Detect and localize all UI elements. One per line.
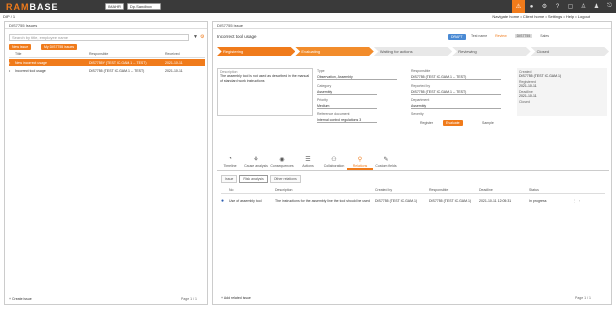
relation-subtabs: Issue Risk analysis Other relations: [221, 175, 303, 183]
subtab-other-relations[interactable]: Other relations: [269, 175, 301, 183]
analysis-icon: ⚘: [253, 157, 259, 163]
user-icon[interactable]: ♙: [577, 0, 590, 13]
filter-icon[interactable]: ▼: [193, 34, 198, 40]
col-received[interactable]: Received: [165, 52, 180, 57]
actions-icon: ☰: [305, 157, 311, 163]
relations-icon: ⚲: [357, 157, 363, 163]
gear-icon[interactable]: ⚙: [538, 0, 551, 13]
list-header: Title Responsible Received: [9, 52, 205, 58]
type-field[interactable]: Observation, Assembly: [317, 74, 397, 80]
list-item[interactable]: • New incorrect usage DIS7755Y (TEST IC.…: [9, 59, 205, 66]
warning-icon[interactable]: ⚠: [512, 0, 525, 13]
col-responsible[interactable]: Responsible: [89, 52, 165, 57]
search-input[interactable]: Search by title, employee name: [9, 34, 189, 41]
reported-by-field[interactable]: DIS7755 (TEST IC.GAM.1 -- TEST): [411, 89, 501, 95]
list-item[interactable]: • Incorrect tool usage DIS7755 (TEST IC.…: [9, 67, 205, 74]
help-icon[interactable]: ?: [551, 0, 564, 13]
detail-tabs: ◔ Timeline ⚘ Cause analysis ◉ Consequences …: [217, 153, 609, 171]
category-field[interactable]: Assembly: [317, 89, 377, 95]
evaluate-button[interactable]: Evaluate: [443, 120, 463, 126]
create-issue-link[interactable]: + Create issue: [9, 297, 32, 301]
description-box[interactable]: Description The assembly tool is not use…: [217, 68, 313, 116]
issue-list-panel: DIS7755 Issues Search by title, employee…: [4, 21, 208, 305]
department-field[interactable]: Assembly: [411, 103, 501, 109]
pager[interactable]: Page 1 / 1: [575, 296, 591, 300]
priority-field[interactable]: Medium: [317, 103, 377, 109]
consequence-icon: ◉: [279, 157, 285, 163]
bell-icon[interactable]: ●: [525, 0, 538, 13]
panel-title: DIS7755 issue: [213, 22, 611, 29]
settings-icon[interactable]: ⚙: [200, 34, 204, 40]
pager[interactable]: Page 1 / 1: [181, 297, 197, 301]
col-title[interactable]: Title: [15, 52, 89, 57]
user-select[interactable]: Dp.Sandbox: [126, 3, 161, 10]
step-registering[interactable]: Registering: [217, 47, 296, 56]
tab-cause-analysis[interactable]: ⚘ Cause analysis: [243, 153, 269, 170]
panel-title: DIS7755 Issues: [5, 22, 207, 29]
my-issues-filter-button[interactable]: My DIS7755 issues: [41, 44, 78, 50]
responsible-field[interactable]: DIS7755 (TEST IC.GAM.1 -- TEST): [411, 74, 501, 80]
status-badge: DRAFT: [448, 34, 466, 40]
tab-consequences[interactable]: ◉ Consequences: [269, 153, 295, 170]
subtab-issue[interactable]: Issue: [221, 175, 238, 183]
timeline-icon: ◔: [228, 156, 232, 162]
sub-bar: DIP / 1 Navigate home • Client home • Se…: [0, 13, 616, 20]
info-sidebar: Created DIS7755 (TEST IC.GAM.1) Register…: [517, 68, 607, 116]
open-icon[interactable]: ›: [579, 199, 585, 203]
breadcrumb: DIP / 1: [3, 14, 16, 19]
rambase-logo[interactable]: RAMBASE: [6, 2, 102, 12]
step-closed[interactable]: Closed: [530, 47, 610, 56]
subtab-risk-analysis[interactable]: Risk analysis: [239, 175, 268, 183]
tab-actions[interactable]: ☰ Actions: [295, 153, 321, 170]
header-links[interactable]: Navigate home • Client home • Settings •…: [492, 14, 590, 19]
reference-field[interactable]: Internal control regulations 3: [317, 117, 377, 123]
user-add-icon[interactable]: ♟: [590, 0, 603, 13]
info-icon[interactable]: ●: [221, 198, 229, 204]
add-related-issue-link[interactable]: + Add related issue: [221, 296, 251, 300]
custom-icon: ✎: [383, 157, 389, 163]
chat-icon[interactable]: ▢: [564, 0, 577, 13]
tab-relations[interactable]: ⚲ Relations: [347, 153, 373, 170]
step-reviewing[interactable]: Reviewing: [452, 47, 531, 56]
tab-timeline[interactable]: ◔ Timeline: [217, 153, 243, 170]
tab-custom-fields[interactable]: ✎ Custom fields: [373, 153, 399, 170]
sample-button[interactable]: Sample: [479, 120, 497, 126]
issue-detail-panel: DIS7755 issue Incorrect tool usage DRAFT…: [212, 21, 612, 305]
issue-title[interactable]: Incorrect tool usage: [217, 34, 257, 39]
header-chips: Test name Review DIS7755 Sales: [471, 34, 550, 38]
tab-collaboration[interactable]: ⚇ Collaboration: [321, 153, 347, 170]
table-row[interactable]: ● Use of assembly tool The instructions …: [221, 196, 605, 205]
step-waiting[interactable]: Waiting for actions: [373, 47, 453, 56]
register-button[interactable]: Register: [417, 120, 436, 126]
logout-icon[interactable]: ⎋: [603, 0, 616, 13]
new-issue-button[interactable]: New issue: [9, 44, 32, 50]
top-icons: ⚠ ● ⚙ ? ▢ ♙ ♟ ⎋: [512, 0, 616, 13]
company-select[interactable]: IMAHR: [105, 3, 124, 10]
workflow-steps: Registering Evaluating Waiting for actio…: [217, 47, 610, 56]
relations-table-header: No Description Created by Responsible De…: [221, 188, 605, 194]
collaboration-icon: ⚇: [331, 157, 337, 163]
top-bar: RAMBASE IMAHR Dp.Sandbox ⚠ ● ⚙ ? ▢ ♙ ♟ ⎋: [0, 0, 616, 13]
step-evaluating[interactable]: Evaluating: [295, 47, 374, 56]
